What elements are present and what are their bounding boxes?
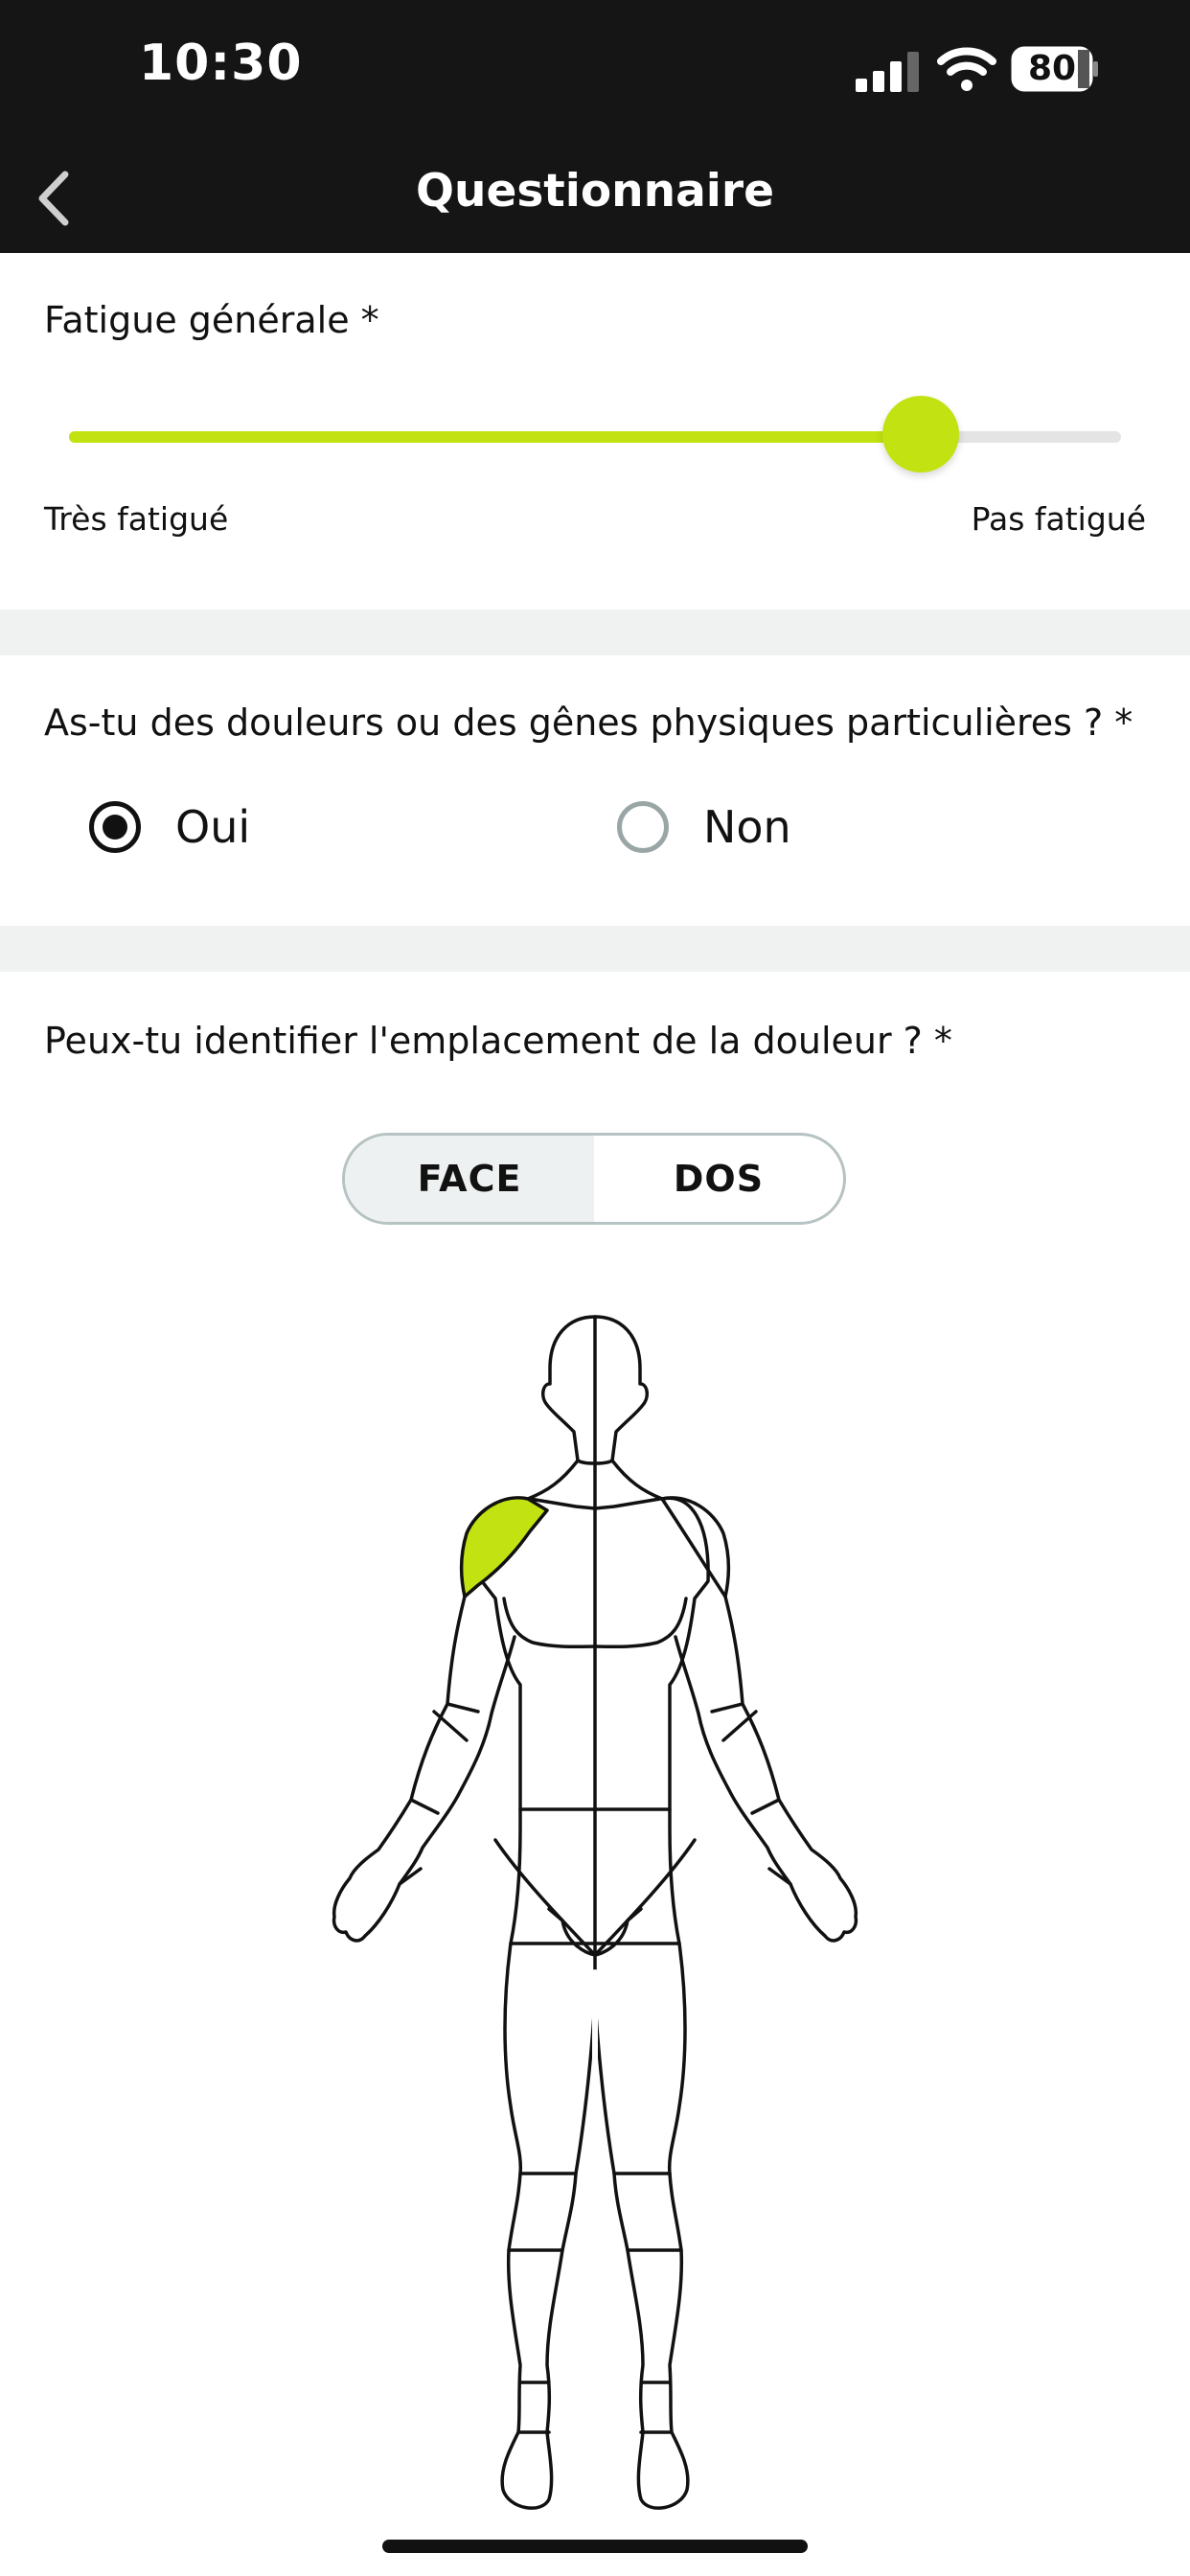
fatigue-min-label: Très fatigué	[44, 500, 229, 538]
section-divider	[0, 610, 1190, 656]
fatigue-label: Fatigue générale *	[44, 299, 379, 341]
radio-oui[interactable]: Oui	[89, 794, 250, 861]
fatigue-slider-thumb[interactable]	[882, 396, 960, 472]
body-map[interactable]	[269, 1311, 921, 2528]
status-bar: 10:30 80	[0, 0, 1190, 144]
right-shoulder-highlight	[459, 1496, 549, 1598]
toggle-dos[interactable]: DOS	[594, 1136, 843, 1222]
section-divider	[0, 926, 1190, 972]
view-toggle: FACE DOS	[342, 1133, 846, 1225]
body-leg-left	[593, 1942, 690, 2510]
body-arm-right	[332, 1595, 516, 1943]
radio-non[interactable]: Non	[617, 794, 791, 861]
signal-icon	[856, 52, 919, 92]
body-leg-right	[500, 1942, 597, 2510]
body-arm-left	[674, 1595, 858, 1943]
radio-oui-label: Oui	[175, 801, 251, 853]
location-question: Peux-tu identifier l'emplacement de la d…	[44, 1020, 952, 1062]
radio-unselected-icon	[617, 801, 669, 853]
nav-bar: Questionnaire	[0, 144, 1190, 253]
radio-non-label: Non	[703, 801, 791, 853]
page-title: Questionnaire	[416, 165, 774, 218]
battery-level: 80	[1027, 49, 1077, 88]
fatigue-max-label: Pas fatigué	[971, 500, 1146, 538]
fatigue-slider-fill	[69, 431, 922, 443]
status-time: 10:30	[139, 34, 303, 92]
home-indicator	[382, 2540, 808, 2553]
wifi-icon	[937, 47, 996, 91]
pain-question: As-tu des douleurs ou des gênes physique…	[44, 702, 1133, 744]
fatigue-slider-track[interactable]	[69, 431, 1121, 443]
toggle-face[interactable]: FACE	[345, 1136, 594, 1222]
radio-selected-icon	[89, 801, 141, 853]
